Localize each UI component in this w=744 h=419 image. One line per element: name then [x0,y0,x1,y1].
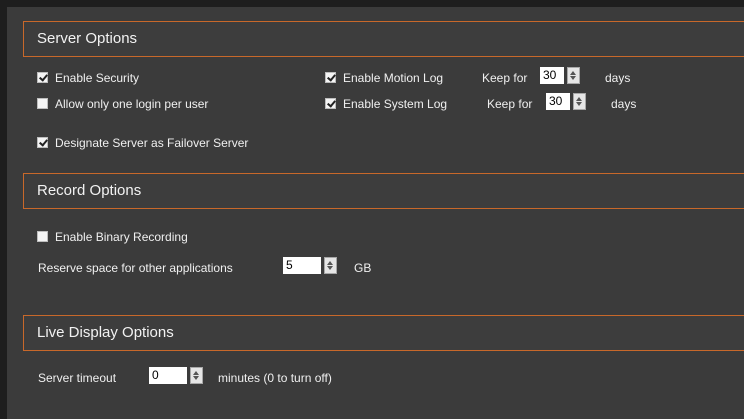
options-panel: Server Options Enable Security Allow onl… [0,0,744,419]
motion-log-checkbox[interactable] [325,72,336,83]
binary-recording-option[interactable]: Enable Binary Recording [37,230,188,244]
reserve-space-spinner[interactable]: 5 [283,257,337,274]
one-login-option[interactable]: Allow only one login per user [37,97,208,111]
live-display-options-header: Live Display Options [23,315,744,351]
reserve-space-unit: GB [354,261,372,275]
system-log-days-input[interactable]: 30 [546,93,570,110]
enable-security-label: Enable Security [55,71,140,85]
system-log-option[interactable]: Enable System Log [325,97,447,111]
server-timeout-spinner[interactable]: 0 [149,367,203,384]
reserve-space-label: Reserve space for other applications [38,261,233,275]
binary-recording-label: Enable Binary Recording [55,230,188,244]
motion-log-days-unit: days [605,71,631,85]
server-timeout-input[interactable]: 0 [149,367,187,384]
one-login-label: Allow only one login per user [55,97,209,111]
motion-log-days-input[interactable]: 30 [540,67,564,84]
system-log-keep-label: Keep for [487,97,533,111]
failover-checkbox[interactable] [37,137,48,148]
reserve-space-input[interactable]: 5 [283,257,321,274]
binary-recording-checkbox[interactable] [37,231,48,242]
system-log-days-spinner[interactable]: 30 [546,93,586,110]
enable-security-checkbox[interactable] [37,72,48,83]
enable-security-option[interactable]: Enable Security [37,71,139,85]
server-timeout-label: Server timeout [38,371,117,385]
failover-option[interactable]: Designate Server as Failover Server [37,136,248,150]
server-options-header: Server Options [23,21,744,57]
motion-log-days-spinner[interactable]: 30 [540,67,580,84]
server-timeout-unit: minutes (0 to turn off) [218,371,332,385]
spinner-arrows-icon[interactable] [567,67,580,84]
spinner-arrows-icon[interactable] [573,93,586,110]
spinner-arrows-icon[interactable] [324,257,337,274]
one-login-checkbox[interactable] [37,98,48,109]
system-log-checkbox[interactable] [325,98,336,109]
motion-log-option[interactable]: Enable Motion Log [325,71,443,85]
failover-label: Designate Server as Failover Server [55,136,249,150]
system-log-days-unit: days [611,97,637,111]
spinner-arrows-icon[interactable] [190,367,203,384]
system-log-label: Enable System Log [343,97,448,111]
record-options-title: Record Options [37,182,142,199]
server-options-title: Server Options [37,30,138,47]
record-options-header: Record Options [23,173,744,209]
live-display-options-title: Live Display Options [37,324,174,341]
motion-log-label: Enable Motion Log [343,71,444,85]
motion-log-keep-label: Keep for [482,71,528,85]
